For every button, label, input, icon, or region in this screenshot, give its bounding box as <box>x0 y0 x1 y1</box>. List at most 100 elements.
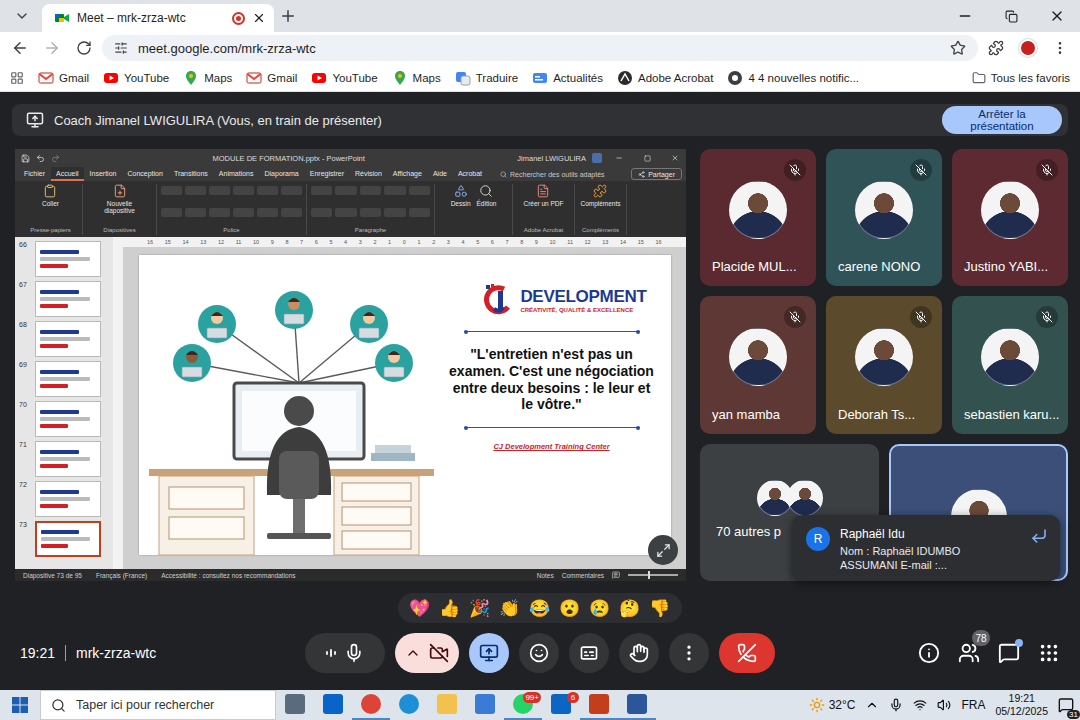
reaction-button[interactable]: 😮 <box>556 594 584 622</box>
bookmark[interactable]: Maps <box>392 70 441 86</box>
taskbar-app[interactable] <box>466 690 504 720</box>
ribbon-tab[interactable]: Accueil <box>51 167 84 181</box>
ribbon-control[interactable] <box>233 208 254 217</box>
bookmark[interactable]: Actualités <box>532 70 603 86</box>
bookmark[interactable]: Traduire <box>455 70 518 86</box>
bookmark[interactable]: Gmail <box>246 70 297 86</box>
taskbar-app[interactable] <box>352 690 390 720</box>
participant-tile[interactable]: carene NONO <box>826 149 942 286</box>
slide-thumbnail[interactable]: 72 <box>15 479 113 519</box>
profile-button[interactable] <box>1014 34 1042 62</box>
tray-chevron-icon[interactable] <box>865 698 879 712</box>
clock[interactable]: 19:2105/12/2025 <box>995 692 1048 717</box>
stop-presenting-button[interactable]: Arrêter la présentation <box>942 106 1062 134</box>
ribbon-button[interactable]: Dessin <box>451 184 471 207</box>
captions-button[interactable] <box>569 633 609 673</box>
forward-button[interactable] <box>38 34 66 62</box>
ppt-maximize[interactable] <box>636 149 658 167</box>
slide-thumbnail[interactable]: 69 <box>15 359 113 399</box>
slide-thumbnail[interactable]: 68 <box>15 319 113 359</box>
site-info-icon[interactable] <box>114 41 128 55</box>
language[interactable]: Français (France) <box>96 572 147 579</box>
ribbon-control[interactable] <box>384 208 405 217</box>
reaction-button[interactable]: 😂 <box>526 594 554 622</box>
slide-thumbnail[interactable]: 71 <box>15 439 113 479</box>
ribbon-control[interactable] <box>257 208 278 217</box>
participant-tile[interactable]: sebastien karu... <box>952 296 1068 433</box>
ribbon-tab[interactable]: Transitions <box>169 167 213 181</box>
reaction-button[interactable]: 🤔 <box>616 594 644 622</box>
ribbon-control[interactable] <box>281 208 302 217</box>
ribbon-tab[interactable]: Fichier <box>19 167 50 181</box>
ribbon-button[interactable]: Coller <box>42 184 59 207</box>
reaction-button[interactable]: 🎉 <box>466 594 494 622</box>
slide-thumbnail[interactable]: 73 <box>15 519 113 559</box>
taskbar-app[interactable] <box>314 690 352 720</box>
minimize-button[interactable] <box>942 0 988 32</box>
save-icon[interactable] <box>21 154 30 163</box>
ribbon-control[interactable] <box>281 186 302 195</box>
reaction-button[interactable]: 👍 <box>436 594 464 622</box>
ribbon-control[interactable] <box>185 208 206 217</box>
ribbon-control[interactable] <box>185 186 206 195</box>
ppt-minimize[interactable] <box>608 149 630 167</box>
chat-button[interactable] <box>998 642 1020 664</box>
ribbon-control[interactable] <box>335 208 356 217</box>
volume-icon[interactable] <box>937 698 951 712</box>
ribbon-tab[interactable]: Animations <box>214 167 259 181</box>
reactions-button[interactable] <box>519 633 559 673</box>
reply-icon[interactable] <box>1030 527 1048 545</box>
people-button[interactable]: 78 <box>958 642 980 664</box>
info-icon[interactable] <box>918 642 940 664</box>
ribbon-button[interactable]: Édition <box>477 184 497 207</box>
more-button[interactable] <box>669 633 709 673</box>
taskbar-app[interactable]: 6 <box>542 690 580 720</box>
leave-call-button[interactable] <box>719 633 775 673</box>
reaction-button[interactable]: 👎 <box>646 594 674 622</box>
present-button[interactable] <box>469 633 509 673</box>
back-button[interactable] <box>6 34 34 62</box>
reaction-button[interactable]: 👏 <box>496 594 524 622</box>
ribbon-control[interactable] <box>311 186 332 195</box>
input-language[interactable]: FRA <box>961 698 985 712</box>
ribbon-control[interactable] <box>233 186 254 195</box>
all-bookmarks[interactable]: Tous les favoris <box>972 71 1070 85</box>
slide-thumbnail[interactable]: 66 <box>15 239 113 279</box>
ribbon-tab[interactable]: Acrobat <box>453 167 487 181</box>
ribbon-control[interactable] <box>209 186 230 195</box>
ribbon-control[interactable] <box>161 186 182 195</box>
ribbon-tab[interactable]: Conception <box>122 167 167 181</box>
ribbon-control[interactable] <box>409 186 430 195</box>
ribbon-control[interactable] <box>409 208 430 217</box>
close-tab-icon[interactable] <box>252 11 266 25</box>
accessibility[interactable]: Accessibilité : consultez nos recommanda… <box>161 572 295 579</box>
ribbon-control[interactable] <box>209 208 230 217</box>
taskbar-app[interactable] <box>276 690 314 720</box>
activities-icon[interactable] <box>1038 642 1060 664</box>
reaction-button[interactable]: 💖 <box>406 594 434 622</box>
apps-icon[interactable] <box>10 71 24 85</box>
undo-icon[interactable] <box>36 154 45 163</box>
extensions-button[interactable] <box>982 34 1010 62</box>
new-tab-button[interactable] <box>274 2 302 30</box>
browser-tab[interactable]: Meet – mrk-zrza-wtc <box>42 4 274 32</box>
ribbon-tab[interactable]: Enregistrer <box>305 167 349 181</box>
view-icon[interactable] <box>612 571 620 579</box>
bookmark[interactable]: Maps <box>183 70 232 86</box>
bookmark[interactable]: Gmail <box>38 70 89 86</box>
bookmark[interactable]: Adobe Acrobat <box>617 70 713 86</box>
address-bar[interactable]: meet.google.com/mrk-zrza-wtc <box>102 35 978 61</box>
ppt-close[interactable] <box>664 149 686 167</box>
comments-button[interactable]: Commentaires <box>562 572 604 579</box>
mic-tray-icon[interactable] <box>889 698 903 712</box>
bookmark[interactable]: YouTube <box>103 70 169 86</box>
tab-search-button[interactable] <box>8 2 36 30</box>
ribbon-control[interactable] <box>311 208 332 217</box>
ribbon-control[interactable] <box>384 186 405 195</box>
ribbon-search[interactable]: Rechercher des outils adaptés <box>494 167 611 181</box>
ribbon-control[interactable] <box>360 208 381 217</box>
taskbar-app[interactable] <box>390 690 428 720</box>
microphone-button[interactable] <box>305 633 385 673</box>
network-icon[interactable] <box>913 698 927 712</box>
slide-thumbnail[interactable]: 67 <box>15 279 113 319</box>
